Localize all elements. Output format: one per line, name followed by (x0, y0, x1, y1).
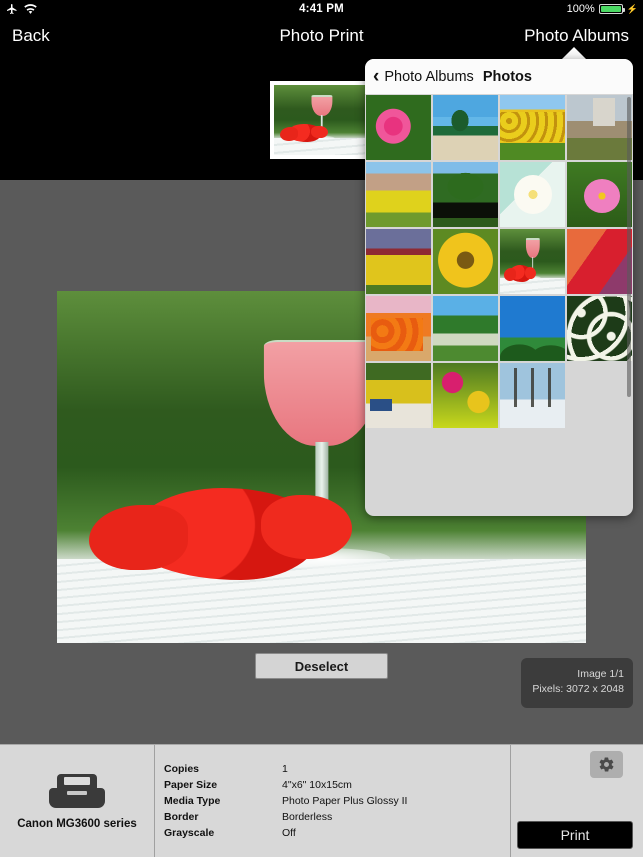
photo-thumbnail-cocktail-hibiscus (500, 229, 565, 294)
chevron-left-icon[interactable]: ‹ (373, 67, 379, 86)
setting-row: Paper Size 4"x6" 10x15cm (164, 779, 510, 795)
photo-cell[interactable] (499, 161, 566, 228)
setting-key: Media Type (164, 795, 221, 807)
setting-row: Copies 1 (164, 763, 510, 779)
photo-cell[interactable] (432, 94, 499, 161)
photo-thumbnail-pink-cosmos (567, 162, 632, 227)
battery-icon (598, 4, 625, 14)
printer-selector[interactable]: Canon MG3600 series (0, 745, 155, 857)
setting-value: Photo Paper Plus Glossy II (282, 795, 408, 807)
photos-popover: ‹ Photo Albums Photos (365, 59, 633, 516)
photo-cell[interactable] (432, 228, 499, 295)
battery-percent-label: 100% (566, 3, 595, 15)
photo-thumbnail-red-tulip-closeup (567, 229, 632, 294)
setting-key: Paper Size (164, 779, 218, 791)
popover-scrollbar[interactable] (627, 97, 631, 397)
photo-thumbnail-flower-market (366, 363, 431, 428)
photo-cell[interactable] (432, 161, 499, 228)
popover-back-button[interactable]: Photo Albums (384, 69, 473, 85)
photo-cell[interactable] (365, 94, 432, 161)
image-index-label: Image 1/1 (577, 668, 624, 680)
photo-cell[interactable] (499, 228, 566, 295)
print-button[interactable]: Print (517, 821, 633, 849)
popover-header: ‹ Photo Albums Photos (365, 59, 633, 94)
photo-thumbnail-mixed-flowers (433, 363, 498, 428)
setting-key: Copies (164, 763, 200, 775)
setting-value: 1 (282, 763, 288, 775)
settings-list: Copies 1 Paper Size 4"x6" 10x15cm Media Type… (156, 745, 511, 857)
nav-bar: Back Photo Print Photo Albums (0, 20, 643, 54)
status-bar-clock: 4:41 PM (299, 3, 344, 15)
gear-icon (599, 757, 614, 772)
setting-value: Borderless (282, 811, 333, 823)
photo-cell[interactable] (365, 295, 432, 362)
lightning-bolt-icon: ⚡ (626, 3, 638, 14)
deselect-button[interactable]: Deselect (255, 653, 388, 679)
setting-row: Media Type Photo Paper Plus Glossy II (164, 795, 510, 811)
photo-thumbnail-palms-blue-sky (500, 296, 565, 361)
photo-thumbnail-flower-bouquet (366, 296, 431, 361)
printer-name-label: Canon MG3600 series (17, 817, 137, 830)
setting-value: 4"x6" 10x15cm (282, 779, 352, 791)
photo-cell[interactable] (432, 362, 499, 429)
popover-title: Photos (482, 68, 532, 85)
status-bar: 4:41 PM 100% ⚡ (0, 0, 643, 20)
image-pixels-label: Pixels: 3072 x 2048 (532, 683, 624, 695)
photo-cell[interactable] (566, 228, 633, 295)
photo-cell[interactable] (566, 295, 633, 362)
setting-key: Grayscale (164, 827, 215, 839)
photo-cell[interactable] (499, 295, 566, 362)
photo-thumbnail-lone-tree (433, 162, 498, 227)
setting-row: Grayscale Off (164, 827, 510, 843)
photo-thumbnail-palm-beach (433, 95, 498, 160)
photo-cell[interactable] (566, 94, 633, 161)
printer-icon (49, 773, 105, 808)
setting-value: Off (282, 827, 296, 839)
photo-thumbnail-sunflower-field (500, 95, 565, 160)
photo-thumbnail-sunflower-closeup (433, 229, 498, 294)
photo-thumbnail-white-daisies (567, 296, 632, 361)
photo-thumbnail-tulip-field (366, 229, 431, 294)
photo-cell[interactable] (365, 161, 432, 228)
photo-cell[interactable] (566, 161, 633, 228)
photo-cell[interactable] (499, 94, 566, 161)
photo-print-screen: 4:41 PM 100% ⚡ Back Photo Print Photo Al… (0, 0, 643, 857)
setting-row: Border Borderless (164, 811, 510, 827)
photo-cell[interactable] (365, 362, 432, 429)
status-bar-right: 100% ⚡ (567, 3, 638, 15)
photo-thumbnail-church-garden (567, 95, 632, 160)
setting-key: Border (164, 811, 199, 823)
thumbnail-image-cocktail-hibiscus (274, 85, 370, 155)
photo-thumbnail-plumeria-flower (500, 162, 565, 227)
image-info-box: Image 1/1 Pixels: 3072 x 2048 (521, 658, 633, 708)
photo-cell[interactable] (365, 228, 432, 295)
settings-gear-button[interactable] (590, 751, 623, 778)
photo-grid[interactable] (365, 94, 633, 516)
photo-thumbnail-pink-hibiscus (366, 95, 431, 160)
selected-thumbnail[interactable] (270, 81, 374, 159)
photo-thumbnail-beach-tree (433, 296, 498, 361)
photo-cell[interactable] (499, 362, 566, 429)
photo-cell[interactable] (432, 295, 499, 362)
photo-albums-button[interactable]: Photo Albums (524, 26, 629, 46)
photo-thumbnail-village-rapeseed (366, 162, 431, 227)
photo-thumbnail-winter-trees (500, 363, 565, 428)
